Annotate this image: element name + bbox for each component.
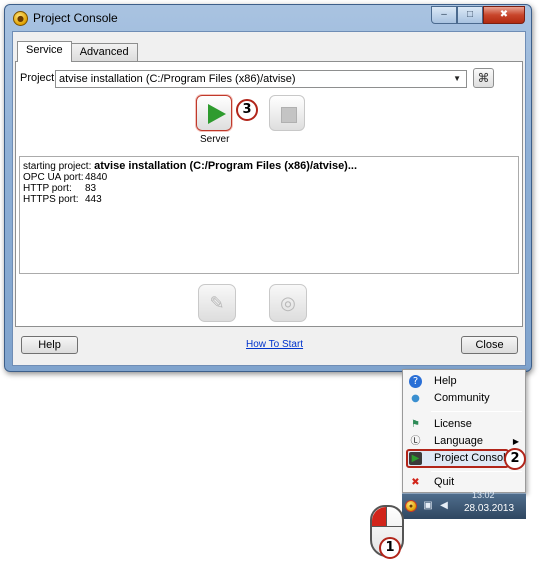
log-line-opcua: OPC UA port:4840 [23, 172, 515, 183]
minimize-button[interactable]: – [431, 6, 457, 24]
license-icon: ⚑ [411, 419, 420, 430]
how-to-start-link[interactable]: How To Start [246, 339, 303, 350]
project-dropdown-value: atvise installation (C:/Program Files (x… [59, 73, 296, 85]
project-console-window: ● Project Console – □ ✖ Service Advanced… [4, 4, 532, 372]
taskbar-tray: ● ▣ ◀ 13:02 28.03.2013 [402, 490, 526, 519]
help-button[interactable]: Help [21, 336, 78, 354]
quit-icon: ✖ [411, 477, 420, 488]
menu-item-label: License [434, 418, 472, 430]
menu-item-label: Community [434, 392, 490, 404]
pencil-icon: ✎ [209, 293, 225, 313]
menu-separator [431, 471, 522, 472]
menu-item-community[interactable]: ● Community [403, 390, 525, 407]
callout-2: 2 [504, 448, 526, 470]
caption-buttons: – □ ✖ [431, 6, 525, 24]
log-starting-prefix: starting project: [23, 161, 92, 172]
tab-strip: Service Advanced [17, 41, 138, 62]
log-line-https: HTTPS port: 443 [23, 194, 515, 205]
log-starting-project: atvise installation (C:/Program Files (x… [94, 160, 358, 172]
stop-server-button[interactable] [269, 95, 305, 131]
tray-context-menu: ? Help ● Community ⚑ License Ⓛ Language … [402, 369, 526, 493]
server-log-output: starting project: atvise installation (C… [19, 156, 519, 274]
mouse-left-button-icon [372, 507, 387, 527]
globe-icon: ● [411, 393, 420, 404]
log-key: OPC UA port: [23, 172, 84, 183]
maximize-button[interactable]: □ [457, 6, 483, 24]
tab-advanced[interactable]: Advanced [70, 43, 138, 61]
menu-item-label: Quit [434, 476, 455, 488]
network-icon[interactable]: ▣ [422, 500, 434, 512]
window-title: Project Console [33, 11, 118, 25]
log-key: HTTP port: [23, 183, 72, 194]
log-value: 443 [85, 194, 102, 205]
log-value: 83 [85, 183, 97, 194]
menu-item-quit[interactable]: ✖ Quit [403, 474, 525, 491]
chevron-down-icon: ▼ [453, 74, 461, 83]
open-web-button[interactable]: ◎ [269, 284, 307, 322]
clock-time[interactable]: 13:02 [472, 490, 495, 500]
log-value: 4840 [85, 172, 108, 183]
tab-service[interactable]: Service [17, 41, 72, 62]
menu-item-label: Language [434, 435, 483, 447]
menu-item-license[interactable]: ⚑ License [403, 416, 525, 433]
start-server-button[interactable] [196, 95, 232, 131]
menu-separator [431, 411, 522, 412]
close-button[interactable]: Close [461, 336, 518, 354]
clock-date[interactable]: 28.03.2013 [464, 503, 514, 514]
log-line-http: HTTP port: 83 [23, 183, 515, 194]
language-icon: Ⓛ [410, 436, 421, 447]
footer-row: Help How To Start Close [13, 336, 525, 358]
volume-icon[interactable]: ◀ [438, 500, 450, 512]
network-settings-button[interactable]: ⌘ [473, 68, 494, 88]
callout-1: 1 [379, 537, 401, 559]
menu-item-label: Help [434, 375, 457, 387]
menu-item-help[interactable]: ? Help [403, 373, 525, 390]
www-globe-icon: ◎ [280, 293, 296, 313]
project-label: Project: [20, 72, 58, 84]
project-console-icon: ▶ [409, 452, 422, 465]
help-icon: ? [409, 375, 422, 388]
network-settings-icon: ⌘ [477, 71, 490, 85]
title-bar[interactable]: ● Project Console – □ ✖ [5, 5, 531, 31]
log-key: HTTPS port: [23, 194, 79, 205]
edit-project-button[interactable]: ✎ [198, 284, 236, 322]
atvise-app-icon: ● [13, 11, 28, 26]
mouse-right-button-icon [387, 507, 402, 527]
window-client-area: Service Advanced Project: atvise install… [12, 31, 526, 366]
atvise-tray-icon[interactable]: ● [405, 500, 417, 512]
service-tab-panel: Project: atvise installation (C:/Program… [15, 61, 523, 327]
menu-item-label: Project Console [434, 452, 512, 464]
close-window-button[interactable]: ✖ [483, 6, 525, 24]
server-label: Server [200, 134, 230, 145]
project-dropdown[interactable]: atvise installation (C:/Program Files (x… [55, 70, 467, 88]
callout-3: 3 [236, 99, 258, 121]
menu-item-language[interactable]: Ⓛ Language ▶ [403, 433, 525, 450]
log-line-starting: starting project: atvise installation (C… [23, 160, 515, 173]
